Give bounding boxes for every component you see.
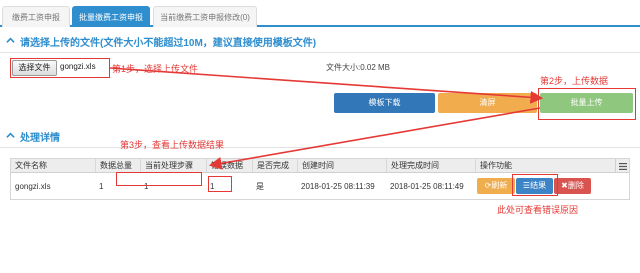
annotation-arrows (109, 67, 544, 170)
arrow-step1-to-upload (109, 67, 544, 104)
arrow-upload-to-table (208, 107, 541, 170)
